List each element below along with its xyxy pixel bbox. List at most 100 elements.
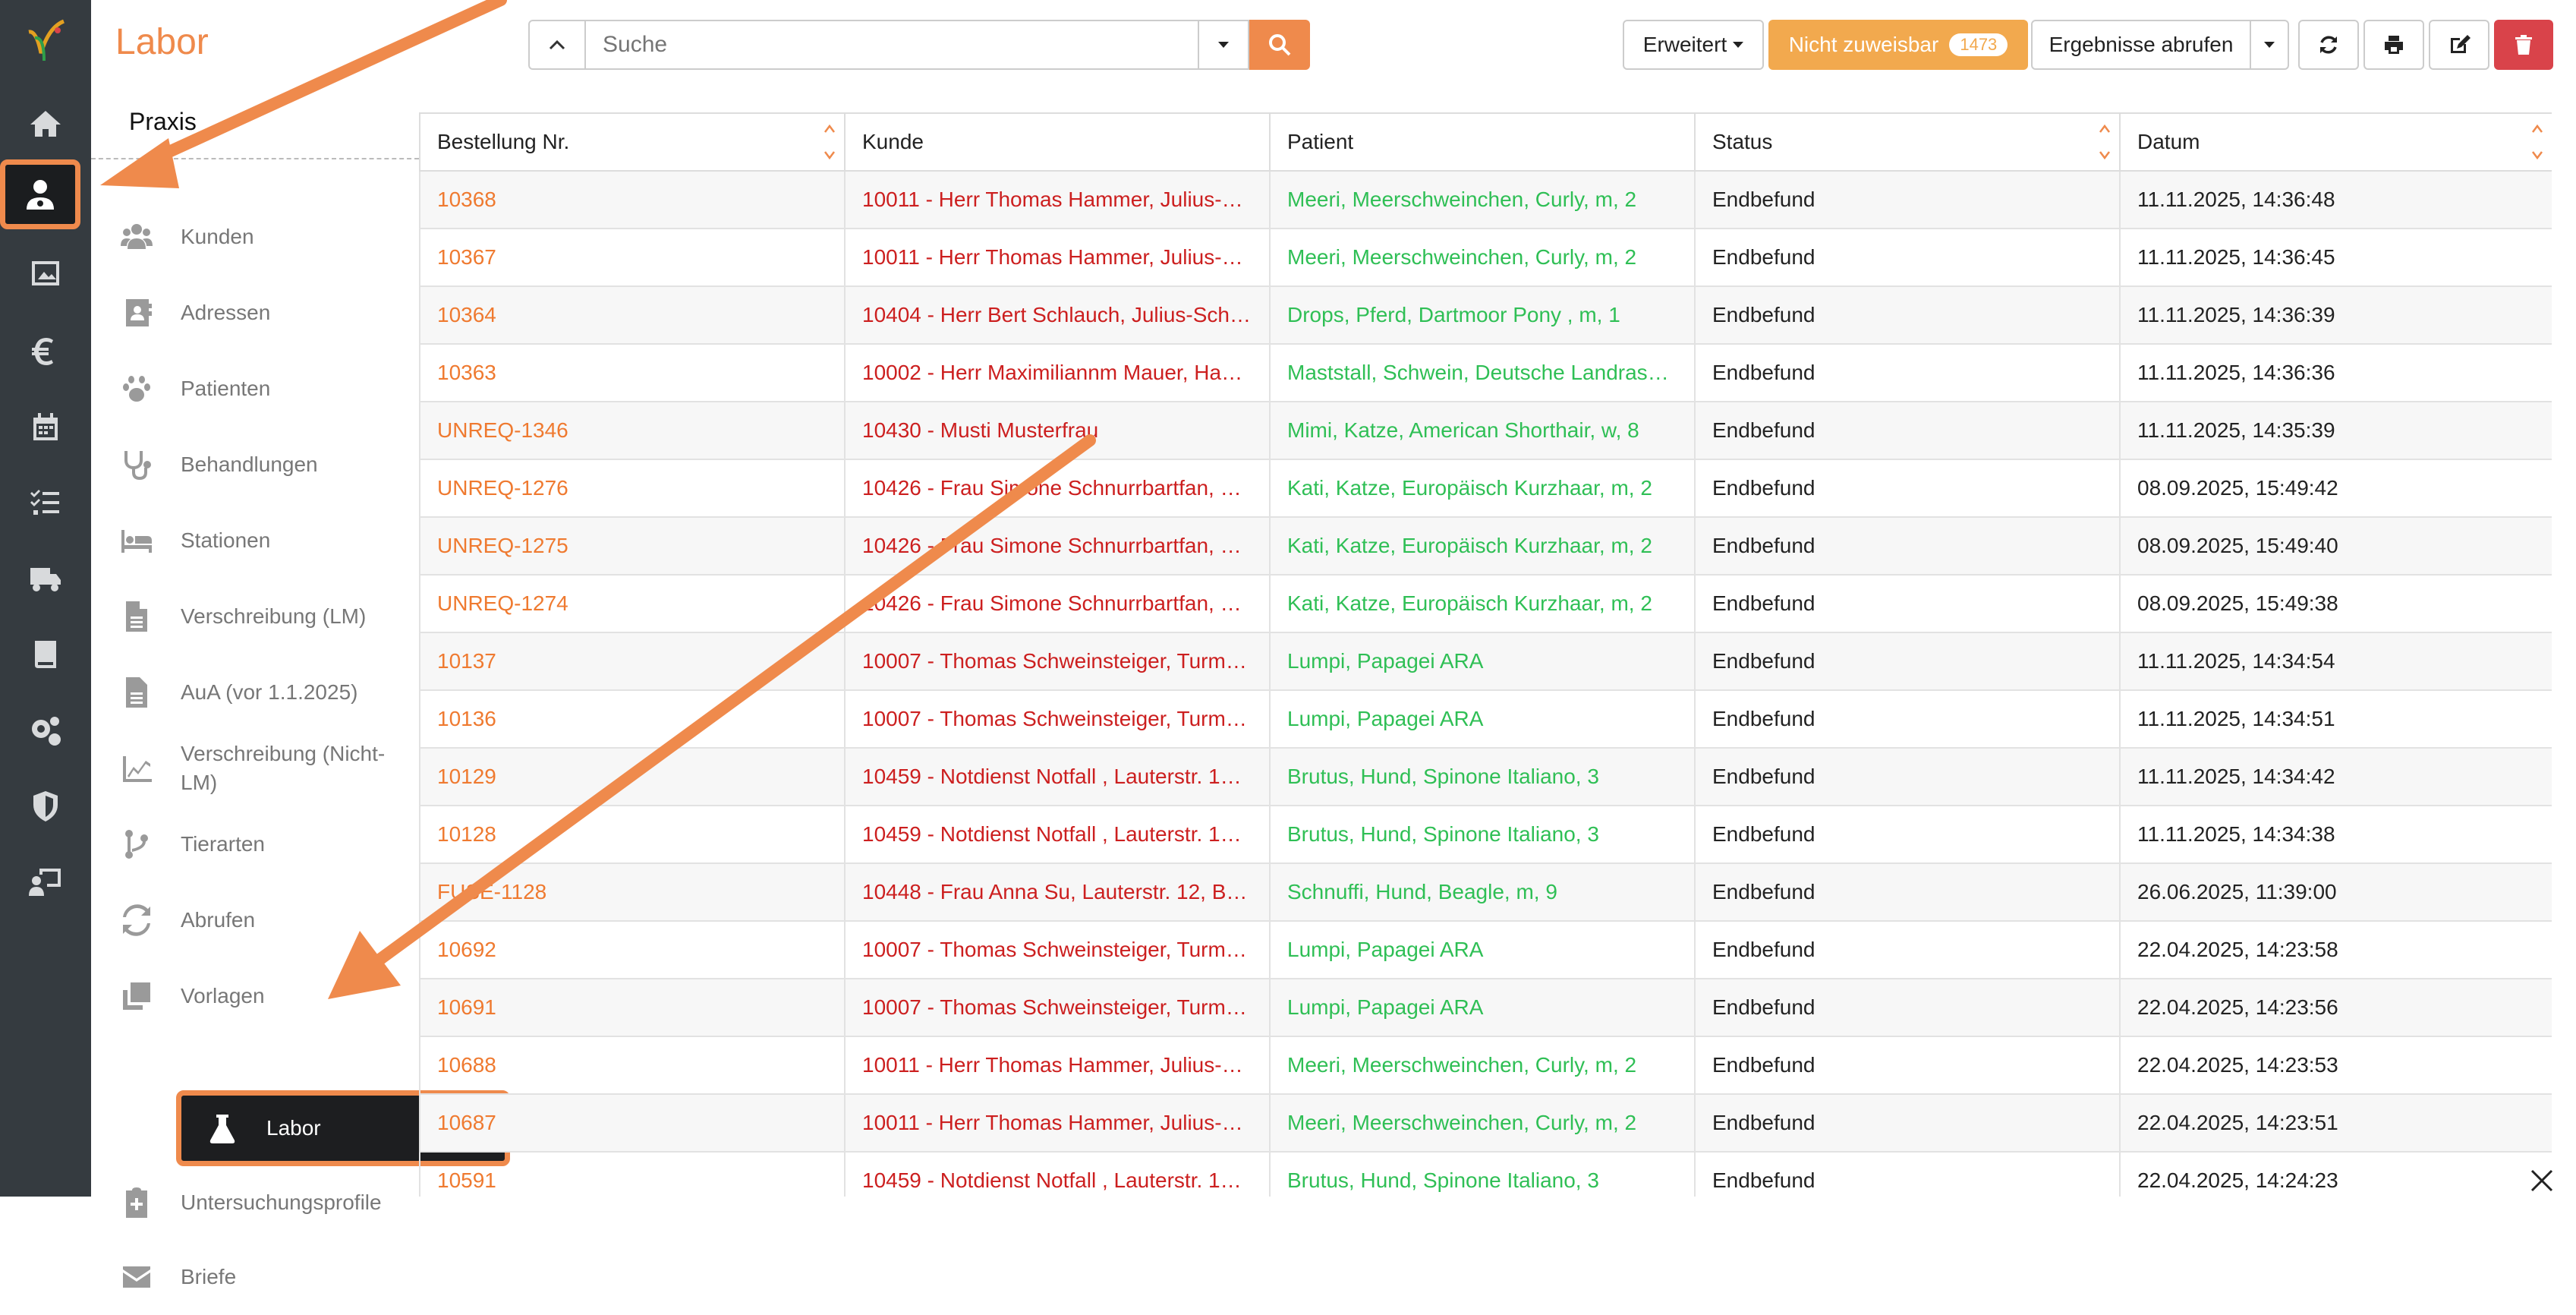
menu-item-vorlagen[interactable]: Vorlagen bbox=[91, 958, 419, 1034]
order-number-link[interactable]: 10691 bbox=[419, 978, 846, 1037]
close-icon[interactable] bbox=[2529, 1168, 2555, 1194]
home-icon[interactable] bbox=[11, 90, 80, 159]
presentation-icon[interactable] bbox=[11, 847, 80, 917]
truck-icon[interactable] bbox=[11, 544, 80, 613]
customer-link[interactable]: 10007 - Thomas Schweinsteiger, Turmstraß… bbox=[844, 689, 1271, 749]
customer-link[interactable]: 10002 - Herr Maximiliannm Mauer, Hauptst… bbox=[844, 343, 1271, 402]
patient-link[interactable]: Kati, Katze, Europäisch Kurzhaar, m, 2 bbox=[1269, 459, 1696, 518]
customer-link[interactable]: 10011 - Herr Thomas Hammer, Julius-Schmi… bbox=[844, 1036, 1271, 1095]
patient-link[interactable]: Brutus, Hund, Spinone Italiano, 3 bbox=[1269, 805, 1696, 864]
table-row[interactable]: 10129 10459 - Notdienst Notfall , Lauters… bbox=[419, 747, 2552, 806]
order-number-link[interactable]: 10129 bbox=[419, 747, 846, 806]
menu-item-patienten[interactable]: Patienten bbox=[91, 351, 419, 427]
order-number-link[interactable]: 10692 bbox=[419, 920, 846, 979]
image-icon[interactable] bbox=[11, 238, 80, 308]
customer-link[interactable]: 10011 - Herr Thomas Hammer, Julius-Schmi… bbox=[844, 1093, 1271, 1153]
fetch-results-button[interactable]: Ergebnisse abrufen bbox=[2031, 20, 2251, 70]
order-number-link[interactable]: 10136 bbox=[419, 689, 846, 749]
order-number-link[interactable]: UNREQ-1275 bbox=[419, 516, 846, 576]
order-number-link[interactable]: 10687 bbox=[419, 1093, 846, 1153]
tasks-icon[interactable] bbox=[11, 468, 80, 538]
table-row[interactable]: UNREQ-1346 10430 - Musti Musterfrau Mimi, … bbox=[419, 401, 2552, 460]
customer-link[interactable]: 10404 - Herr Bert Schlauch, Julius-Schmi… bbox=[844, 285, 1271, 345]
euro-icon[interactable] bbox=[11, 316, 80, 386]
patient-link[interactable]: Meeri, Meerschweinchen, Curly, m, 2 bbox=[1269, 1093, 1696, 1153]
patient-link[interactable]: Meeri, Meerschweinchen, Curly, m, 2 bbox=[1269, 228, 1696, 287]
table-row[interactable]: 10688 10011 - Herr Thomas Hammer, Julius-… bbox=[419, 1036, 2552, 1095]
patient-link[interactable]: Mimi, Katze, American Shorthair, w, 8 bbox=[1269, 401, 1696, 460]
patient-link[interactable]: Maststall, Schwein, Deutsche Landrasse .… bbox=[1269, 343, 1696, 402]
patient-link[interactable]: Lumpi, Papagei ARA bbox=[1269, 920, 1696, 979]
order-number-link[interactable]: FUSE-1128 bbox=[419, 862, 846, 922]
search-input[interactable] bbox=[586, 20, 1199, 70]
table-row[interactable]: 10136 10007 - Thomas Schweinsteiger, Turm… bbox=[419, 689, 2552, 749]
column-header-patient[interactable]: Patient bbox=[1269, 112, 1696, 172]
customer-link[interactable]: 10459 - Notdienst Notfall , Lauterstr. 1… bbox=[844, 747, 1271, 806]
table-row[interactable]: 10137 10007 - Thomas Schweinsteiger, Turm… bbox=[419, 632, 2552, 691]
settings-icon[interactable] bbox=[11, 695, 80, 765]
search-button[interactable] bbox=[1249, 20, 1310, 70]
table-row[interactable]: UNREQ-1274 10426 - Frau Simone Schnurrbar… bbox=[419, 574, 2552, 633]
patient-link[interactable]: Drops, Pferd, Dartmoor Pony , m, 1 bbox=[1269, 285, 1696, 345]
menu-item-behandlungen[interactable]: Behandlungen bbox=[91, 427, 419, 503]
table-row[interactable]: 10692 10007 - Thomas Schweinsteiger, Turm… bbox=[419, 920, 2552, 979]
patient-link[interactable]: Lumpi, Papagei ARA bbox=[1269, 689, 1696, 749]
search-options-dropdown[interactable] bbox=[1198, 20, 1249, 70]
column-header-date[interactable]: Datum bbox=[2119, 112, 2552, 172]
menu-item-tierarten[interactable]: Tierarten bbox=[91, 806, 419, 882]
patient-link[interactable]: Brutus, Hund, Spinone Italiano, 3 bbox=[1269, 1151, 1696, 1197]
customer-link[interactable]: 10007 - Thomas Schweinsteiger, Turmstraß… bbox=[844, 978, 1271, 1037]
customer-link[interactable]: 10426 - Frau Simone Schnurrbartfan, Haup… bbox=[844, 459, 1271, 518]
customer-link[interactable]: 10448 - Frau Anna Su, Lauterstr. 12, Ber… bbox=[844, 862, 1271, 922]
delete-button[interactable] bbox=[2494, 20, 2553, 70]
print-button[interactable] bbox=[2363, 20, 2424, 70]
menu-item-aua[interactable]: AuA (vor 1.1.2025) bbox=[91, 654, 419, 730]
order-number-link[interactable]: UNREQ-1346 bbox=[419, 401, 846, 460]
table-row[interactable]: 10363 10002 - Herr Maximiliannm Mauer, Ha… bbox=[419, 343, 2552, 402]
customer-link[interactable]: 10426 - Frau Simone Schnurrbartfan, Haup… bbox=[844, 516, 1271, 576]
patient-link[interactable]: Lumpi, Papagei ARA bbox=[1269, 632, 1696, 691]
order-number-link[interactable]: 10688 bbox=[419, 1036, 846, 1095]
book-icon[interactable] bbox=[11, 620, 80, 689]
order-number-link[interactable]: 10591 bbox=[419, 1151, 846, 1197]
table-row[interactable]: 10368 10011 - Herr Thomas Hammer, Julius-… bbox=[419, 170, 2552, 229]
refresh-button[interactable] bbox=[2298, 20, 2359, 70]
patient-link[interactable]: Kati, Katze, Europäisch Kurzhaar, m, 2 bbox=[1269, 574, 1696, 633]
order-number-link[interactable]: 10137 bbox=[419, 632, 846, 691]
table-row[interactable]: 10364 10404 - Herr Bert Schlauch, Julius-… bbox=[419, 285, 2552, 345]
menu-item-abrufen[interactable]: Abrufen bbox=[91, 882, 419, 958]
patient-link[interactable]: Kati, Katze, Europäisch Kurzhaar, m, 2 bbox=[1269, 516, 1696, 576]
advanced-dropdown-button[interactable]: Erweitert bbox=[1623, 20, 1764, 70]
customer-link[interactable]: 10426 - Frau Simone Schnurrbartfan, Haup… bbox=[844, 574, 1271, 633]
patient-link[interactable]: Lumpi, Papagei ARA bbox=[1269, 978, 1696, 1037]
menu-item-kunden[interactable]: Kunden bbox=[91, 199, 419, 275]
unassignable-button[interactable]: Nicht zuweisbar 1473 bbox=[1768, 20, 2028, 70]
menu-item-verschreibung-nicht-lm[interactable]: Verschreibung (Nicht-LM) bbox=[91, 730, 419, 806]
menu-item-verschreibung-lm[interactable]: Verschreibung (LM) bbox=[91, 579, 419, 654]
edit-button[interactable] bbox=[2429, 20, 2489, 70]
patient-link[interactable]: Meeri, Meerschweinchen, Curly, m, 2 bbox=[1269, 170, 1696, 229]
menu-item-untersuchungsprofile[interactable]: Untersuchungsprofile bbox=[91, 1165, 419, 1241]
column-header-customer[interactable]: Kunde bbox=[844, 112, 1271, 172]
table-row[interactable]: UNREQ-1276 10426 - Frau Simone Schnurrbar… bbox=[419, 459, 2552, 518]
patient-link[interactable]: Meeri, Meerschweinchen, Curly, m, 2 bbox=[1269, 1036, 1696, 1095]
table-row[interactable]: 10691 10007 - Thomas Schweinsteiger, Turm… bbox=[419, 978, 2552, 1037]
practice-icon[interactable] bbox=[0, 159, 80, 229]
search-collapse-button[interactable] bbox=[528, 20, 586, 70]
customer-link[interactable]: 10007 - Thomas Schweinsteiger, Turmstraß… bbox=[844, 632, 1271, 691]
order-number-link[interactable]: 10128 bbox=[419, 805, 846, 864]
table-row[interactable]: 10367 10011 - Herr Thomas Hammer, Julius-… bbox=[419, 228, 2552, 287]
customer-link[interactable]: 10011 - Herr Thomas Hammer, Julius-Schmi… bbox=[844, 228, 1271, 287]
customer-link[interactable]: 10011 - Herr Thomas Hammer, Julius-Schmi… bbox=[844, 170, 1271, 229]
column-header-status[interactable]: Status bbox=[1694, 112, 2121, 172]
table-row[interactable]: UNREQ-1275 10426 - Frau Simone Schnurrbar… bbox=[419, 516, 2552, 576]
order-number-link[interactable]: 10363 bbox=[419, 343, 846, 402]
menu-item-stationen[interactable]: Stationen bbox=[91, 503, 419, 579]
menu-item-briefe[interactable]: Briefe bbox=[91, 1239, 419, 1315]
menu-item-adressen[interactable]: Adressen bbox=[91, 275, 419, 351]
order-number-link[interactable]: UNREQ-1274 bbox=[419, 574, 846, 633]
table-row[interactable]: 10687 10011 - Herr Thomas Hammer, Julius-… bbox=[419, 1093, 2552, 1153]
table-row[interactable]: FUSE-1128 10448 - Frau Anna Su, Lauterstr… bbox=[419, 862, 2552, 922]
fetch-results-dropdown[interactable] bbox=[2250, 20, 2289, 70]
table-row[interactable]: 10591 10459 - Notdienst Notfall , Lauters… bbox=[419, 1151, 2552, 1197]
